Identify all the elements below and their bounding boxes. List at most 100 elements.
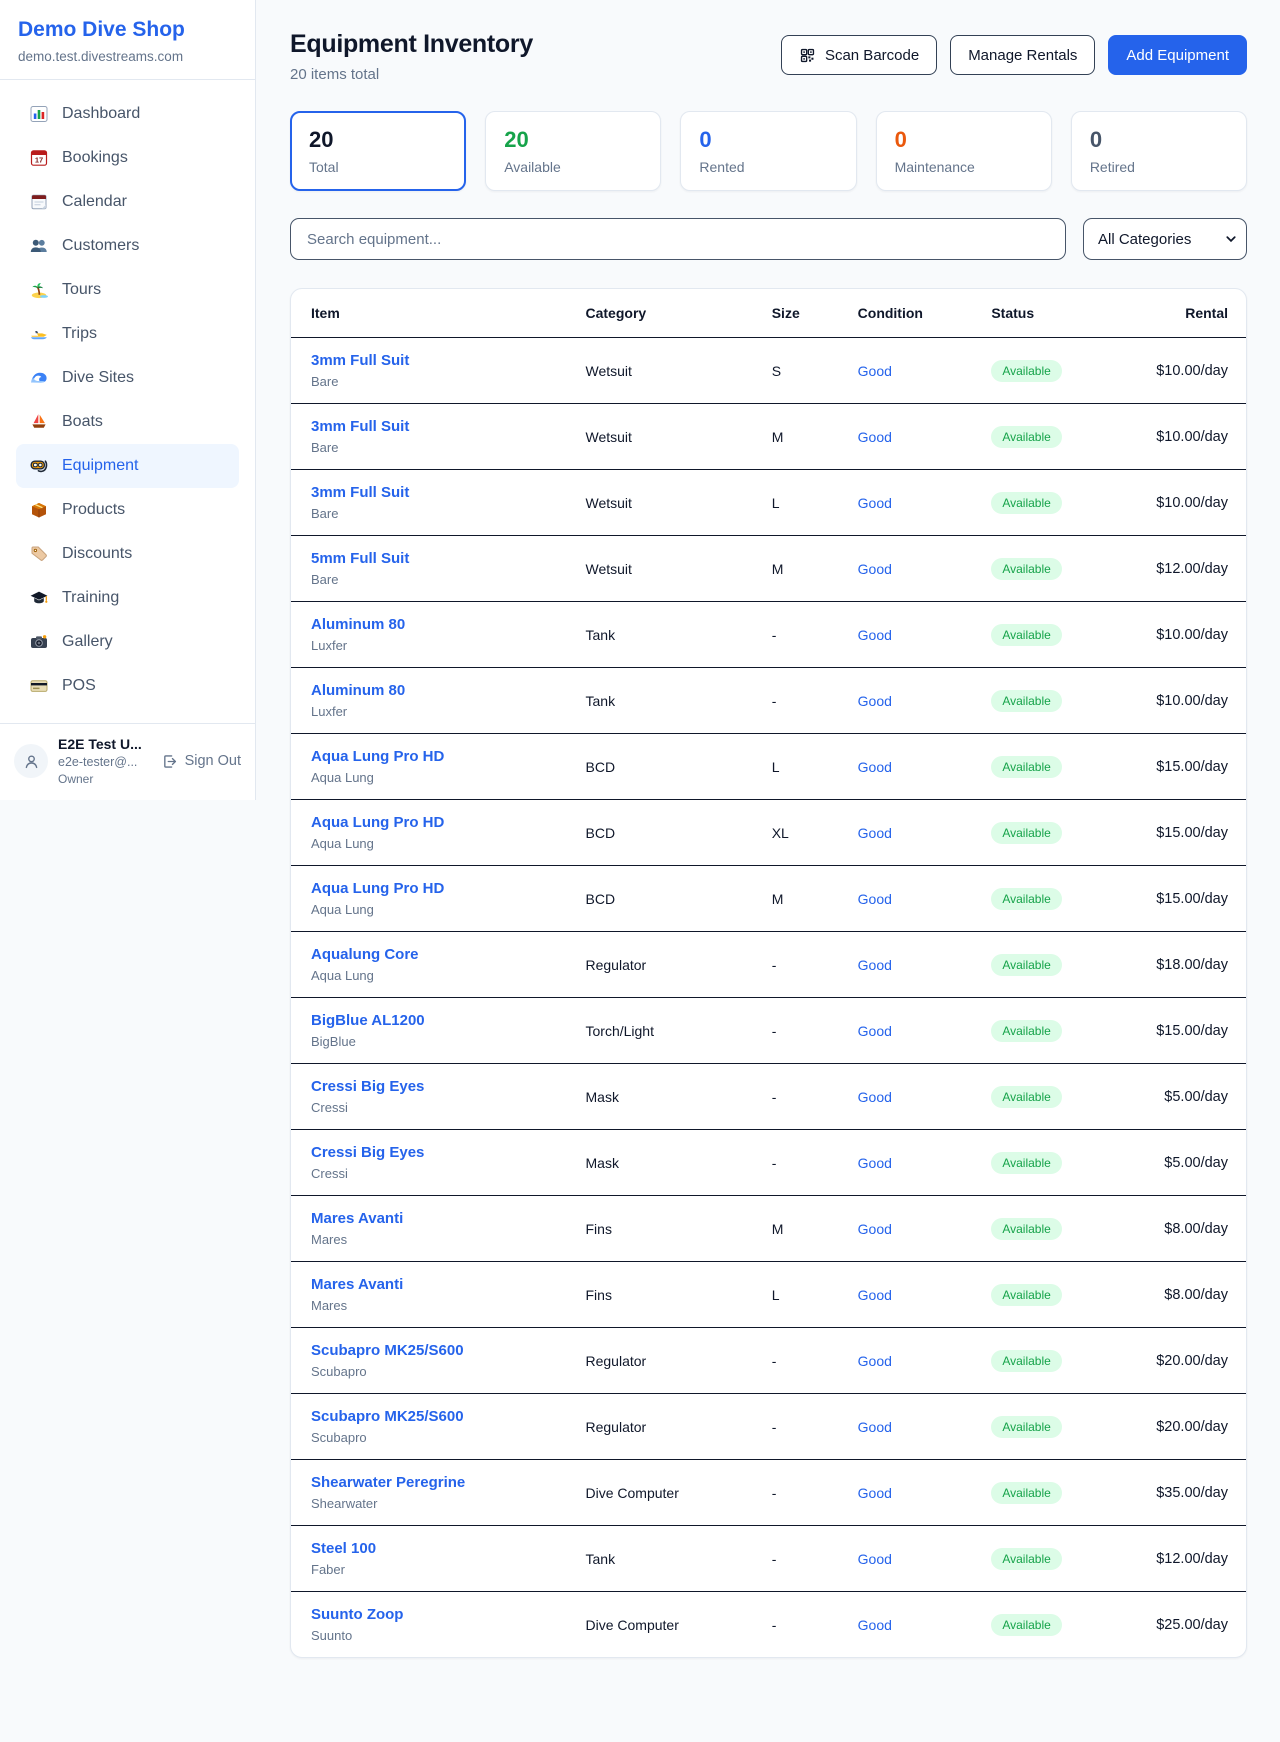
item-name-link[interactable]: Aluminum 80 (311, 682, 405, 699)
item-size: XL (764, 800, 850, 866)
item-name-link[interactable]: Aqua Lung Pro HD (311, 748, 444, 765)
sidebar-item-products[interactable]: Products (16, 488, 239, 532)
item-condition: Good (850, 1394, 984, 1460)
item-name-link[interactable]: Scubapro MK25/S600 (311, 1408, 464, 1425)
scan-barcode-button[interactable]: Scan Barcode (781, 35, 937, 75)
sidebar-item-training[interactable]: Training (16, 576, 239, 620)
sidebar-item-dive-sites[interactable]: Dive Sites (16, 356, 239, 400)
table-row: Aqua Lung Pro HD Aqua Lung BCD M Good Av… (291, 866, 1246, 932)
item-brand: Bare (311, 506, 570, 521)
item-name-link[interactable]: Aqua Lung Pro HD (311, 814, 444, 831)
item-size: - (764, 998, 850, 1064)
item-size: S (764, 338, 850, 404)
column-header: Condition (850, 289, 984, 338)
item-name-link[interactable]: 5mm Full Suit (311, 550, 409, 567)
item-category: BCD (578, 866, 764, 932)
table-row: 3mm Full Suit Bare Wetsuit M Good Availa… (291, 404, 1246, 470)
graduation-cap-icon (29, 588, 49, 608)
status-badge: Available (991, 1152, 1061, 1174)
item-condition: Good (850, 866, 984, 932)
shop-name[interactable]: Demo Dive Shop (18, 18, 237, 42)
table-row: BigBlue AL1200 BigBlue Torch/Light - Goo… (291, 998, 1246, 1064)
sidebar-item-bookings[interactable]: 17 Bookings (16, 136, 239, 180)
sidebar-item-pos[interactable]: POS (16, 664, 239, 708)
sidebar-item-discounts[interactable]: Discounts (16, 532, 239, 576)
item-condition: Good (850, 1196, 984, 1262)
item-name-link[interactable]: Cressi Big Eyes (311, 1078, 424, 1095)
status-badge: Available (991, 360, 1061, 382)
sidebar-item-calendar[interactable]: Calendar (16, 180, 239, 224)
sidebar: Demo Dive Shop demo.test.divestreams.com… (0, 0, 256, 800)
item-name-link[interactable]: Mares Avanti (311, 1276, 403, 1293)
sidebar-item-trips[interactable]: Trips (16, 312, 239, 356)
item-name-link[interactable]: Shearwater Peregrine (311, 1474, 465, 1491)
sign-out-label: Sign Out (185, 753, 241, 769)
stat-card-total[interactable]: 20 Total (290, 111, 466, 191)
sidebar-item-label: Dive Sites (62, 369, 134, 387)
stat-card-rented[interactable]: 0 Rented (680, 111, 856, 191)
stat-label: Available (504, 159, 642, 175)
table-row: Scubapro MK25/S600 Scubapro Regulator - … (291, 1328, 1246, 1394)
add-equipment-button[interactable]: Add Equipment (1108, 35, 1247, 75)
sidebar-item-label: Trips (62, 325, 97, 343)
main-content: Equipment Inventory 20 items total (257, 0, 1280, 1658)
item-size: M (764, 404, 850, 470)
sidebar-item-label: Equipment (62, 457, 139, 475)
table-row: Mares Avanti Mares Fins L Good Available… (291, 1262, 1246, 1328)
search-input[interactable] (290, 218, 1066, 260)
sidebar-item-customers[interactable]: Customers (16, 224, 239, 268)
item-condition: Good (850, 1526, 984, 1592)
stat-value: 0 (895, 127, 1033, 153)
status-badge: Available (991, 492, 1061, 514)
item-rental-rate: $12.00/day (1112, 1526, 1246, 1592)
sidebar-item-equipment[interactable]: Equipment (16, 444, 239, 488)
stat-card-maintenance[interactable]: 0 Maintenance (876, 111, 1052, 191)
item-category: Mask (578, 1064, 764, 1130)
stat-card-available[interactable]: 20 Available (485, 111, 661, 191)
sidebar-item-label: Bookings (62, 149, 128, 167)
item-category: Tank (578, 668, 764, 734)
item-brand: Cressi (311, 1100, 570, 1115)
item-name-link[interactable]: BigBlue AL1200 (311, 1012, 425, 1029)
item-name-link[interactable]: 3mm Full Suit (311, 352, 409, 369)
item-category: Torch/Light (578, 998, 764, 1064)
sidebar-item-gallery[interactable]: Gallery (16, 620, 239, 664)
item-name-link[interactable]: Mares Avanti (311, 1210, 403, 1227)
sidebar-header: Demo Dive Shop demo.test.divestreams.com (0, 0, 255, 80)
item-category: Dive Computer (578, 1592, 764, 1658)
item-condition: Good (850, 1064, 984, 1130)
item-brand: Aqua Lung (311, 770, 570, 785)
user-name: E2E Test U... (58, 736, 151, 752)
item-category: Regulator (578, 1328, 764, 1394)
item-name-link[interactable]: Steel 100 (311, 1540, 376, 1557)
item-name-link[interactable]: Aqua Lung Pro HD (311, 880, 444, 897)
items-total-count: 20 items total (290, 66, 533, 83)
item-name-link[interactable]: Aqualung Core (311, 946, 419, 963)
item-brand: Luxfer (311, 704, 570, 719)
item-name-link[interactable]: 3mm Full Suit (311, 484, 409, 501)
item-condition: Good (850, 1262, 984, 1328)
table-row: Shearwater Peregrine Shearwater Dive Com… (291, 1460, 1246, 1526)
status-badge: Available (991, 624, 1061, 646)
sidebar-item-tours[interactable]: Tours (16, 268, 239, 312)
item-name-link[interactable]: Cressi Big Eyes (311, 1144, 424, 1161)
stat-value: 0 (699, 127, 837, 153)
sidebar-item-dashboard[interactable]: Dashboard (16, 92, 239, 136)
item-name-link[interactable]: 3mm Full Suit (311, 418, 409, 435)
stat-card-retired[interactable]: 0 Retired (1071, 111, 1247, 191)
item-name-link[interactable]: Suunto Zoop (311, 1606, 403, 1623)
stats-row: 20 Total 20 Available 0 Rented 0 Mainten… (290, 111, 1247, 191)
sign-out-button[interactable]: Sign Out (161, 753, 241, 770)
item-rental-rate: $8.00/day (1112, 1196, 1246, 1262)
item-name-link[interactable]: Aluminum 80 (311, 616, 405, 633)
item-rental-rate: $15.00/day (1112, 998, 1246, 1064)
manage-rentals-button[interactable]: Manage Rentals (950, 35, 1095, 75)
item-condition: Good (850, 1460, 984, 1526)
item-condition: Good (850, 734, 984, 800)
user-email: e2e-tester@... (58, 755, 151, 769)
item-name-link[interactable]: Scubapro MK25/S600 (311, 1342, 464, 1359)
item-brand: Scubapro (311, 1364, 570, 1379)
item-condition: Good (850, 404, 984, 470)
category-select[interactable]: All Categories (1083, 218, 1247, 260)
sidebar-item-boats[interactable]: Boats (16, 400, 239, 444)
